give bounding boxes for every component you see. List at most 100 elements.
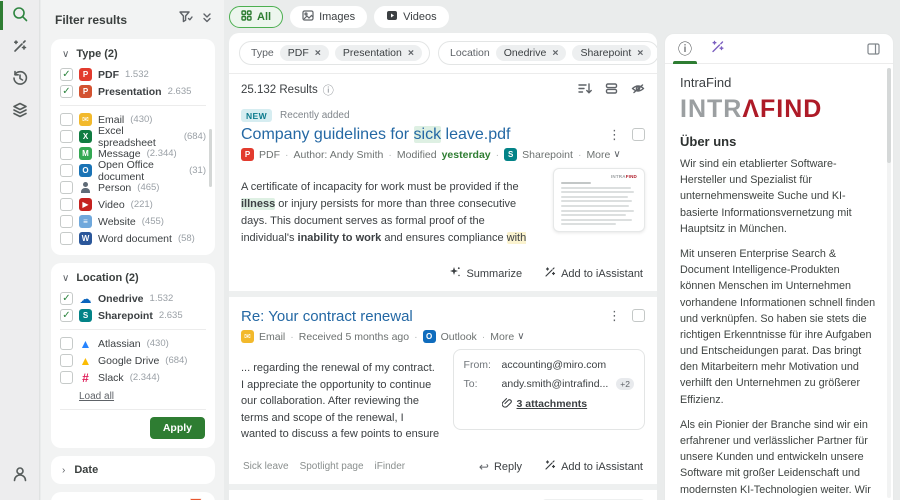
select-checkbox[interactable] bbox=[632, 309, 645, 322]
filter-option-video[interactable]: ▶ Video (221) bbox=[60, 196, 206, 213]
location-section-header[interactable]: ∨ Location (2) bbox=[62, 272, 206, 284]
tab-images[interactable]: Images bbox=[290, 6, 368, 28]
kebab-menu-icon[interactable]: ⋮ bbox=[608, 128, 621, 141]
badge-row: NEW Recently added bbox=[241, 109, 645, 122]
filter-section-type: ∨ Type (2) ✓ P PDF 1.532 ✓ P Presentatio… bbox=[51, 39, 215, 255]
search-icon bbox=[11, 5, 29, 28]
tag-ifinder[interactable]: iFinder bbox=[375, 461, 406, 472]
add-to-iassistant-button[interactable]: Add to iAssistant bbox=[544, 459, 643, 474]
collapse-panel-icon[interactable] bbox=[867, 42, 880, 55]
chip-presentation[interactable]: Presentation × bbox=[334, 45, 423, 61]
checkbox-checked[interactable]: ✓ bbox=[60, 85, 73, 98]
more-dropdown[interactable]: More ∨ bbox=[586, 149, 620, 161]
result-title-link[interactable]: Company guidelines for sick leave.pdf bbox=[241, 126, 601, 144]
to-value: andy.smith@intrafind... bbox=[501, 378, 609, 390]
rail-collections-item[interactable] bbox=[0, 96, 40, 128]
tag-spotlight-page[interactable]: Spotlight page bbox=[300, 461, 364, 472]
add-to-iassistant-button[interactable]: Add to iAssistant bbox=[544, 266, 643, 281]
preview-toggle-icon[interactable] bbox=[631, 82, 645, 98]
filter-group-type: Type PDF × Presentation × bbox=[239, 41, 431, 65]
filter-option-openoffice[interactable]: O Open Office document (31) bbox=[60, 159, 206, 183]
recipients-more-badge[interactable]: +2 bbox=[616, 378, 634, 390]
checkbox-empty[interactable] bbox=[60, 164, 73, 177]
rail-history-item[interactable] bbox=[0, 64, 40, 96]
panel-scrollbar[interactable] bbox=[887, 68, 891, 498]
checkbox-empty[interactable] bbox=[60, 232, 73, 245]
rail-account-item[interactable] bbox=[0, 460, 40, 492]
checkbox-empty[interactable] bbox=[60, 337, 73, 350]
close-icon[interactable]: × bbox=[315, 47, 321, 59]
sidebar-scrollbar-thumb[interactable] bbox=[209, 129, 212, 187]
received-meta: Received 5 months ago bbox=[298, 330, 410, 343]
chip-onedrive[interactable]: Onedrive × bbox=[495, 45, 567, 61]
panel-tab-assistant[interactable] bbox=[710, 34, 725, 64]
load-all-link[interactable]: Load all bbox=[79, 391, 206, 402]
info-icon[interactable]: ⓘ bbox=[323, 82, 334, 98]
results-sheet: Type PDF × Presentation × Location Onedr… bbox=[229, 33, 657, 500]
filter-option-presentation[interactable]: ✓ P Presentation 2.635 bbox=[60, 83, 206, 100]
filter-option-website[interactable]: ≡ Website (455) bbox=[60, 213, 206, 230]
result-actions: Summarize Add to iAssistant bbox=[241, 257, 645, 291]
intrafind-logo[interactable]: INTRΛFIND bbox=[680, 95, 878, 124]
panel-tab-info[interactable]: ⓘ bbox=[673, 34, 697, 64]
magic-wand-icon bbox=[710, 39, 725, 59]
checkbox-empty[interactable] bbox=[60, 130, 73, 143]
select-checkbox[interactable] bbox=[632, 128, 645, 141]
checkbox-empty[interactable] bbox=[60, 181, 73, 194]
chip-pdf[interactable]: PDF × bbox=[279, 45, 329, 61]
checkbox-empty[interactable] bbox=[60, 215, 73, 228]
tag-sick-leave[interactable]: Sick leave bbox=[243, 461, 289, 472]
checkbox-empty[interactable] bbox=[60, 147, 73, 160]
filter-option-word[interactable]: W Word document (58) bbox=[60, 230, 206, 247]
sort-icon[interactable] bbox=[578, 82, 592, 98]
filter-option-slack[interactable]: # Slack (2.344) bbox=[60, 369, 206, 386]
close-icon[interactable]: × bbox=[408, 47, 414, 59]
tab-all[interactable]: All bbox=[229, 6, 284, 28]
filter-sidebar: Filter results ∨ Type (2) ✓ P PDF 1.532 … bbox=[41, 0, 224, 500]
checkbox-empty[interactable] bbox=[60, 371, 73, 384]
checkbox-checked[interactable]: ✓ bbox=[60, 292, 73, 305]
close-icon[interactable]: × bbox=[552, 47, 558, 59]
filter-section-author[interactable]: › Author (1) bbox=[51, 492, 215, 500]
more-dropdown[interactable]: More ∨ bbox=[490, 331, 524, 343]
density-icon[interactable] bbox=[605, 82, 618, 98]
info-icon: ⓘ bbox=[678, 40, 692, 57]
tab-videos[interactable]: Videos bbox=[374, 6, 449, 28]
reply-button[interactable]: ↩ Reply bbox=[479, 459, 522, 474]
checkbox-checked[interactable]: ✓ bbox=[60, 309, 73, 322]
rail-assistant-item[interactable] bbox=[0, 32, 40, 64]
kebab-menu-icon[interactable]: ⋮ bbox=[608, 309, 621, 322]
about-paragraph-3: Als ein Pionier der Branche sind wir ein… bbox=[680, 418, 871, 500]
video-file-icon: ▶ bbox=[79, 198, 92, 211]
knowledge-panel: ⓘ IntraFind INTRΛFIND Über uns Wir sind … bbox=[664, 33, 894, 500]
type-section-header[interactable]: ∨ Type (2) bbox=[62, 48, 206, 60]
document-preview-thumbnail[interactable]: INTRAFIND bbox=[553, 168, 645, 232]
app-window: Filter results ∨ Type (2) ✓ P PDF 1.532 … bbox=[0, 0, 900, 500]
filter-option-excel[interactable]: X Excel spreadsheet (684) bbox=[60, 125, 206, 149]
checkbox-empty[interactable] bbox=[60, 198, 73, 211]
close-icon[interactable]: × bbox=[637, 47, 643, 59]
filter-option-pdf[interactable]: ✓ P PDF 1.532 bbox=[60, 66, 206, 83]
filter-section-location: ∨ Location (2) ✓ ☁ Onedrive 1.532 ✓ S Sh… bbox=[51, 263, 215, 448]
filter-option-googledrive[interactable]: ▲ Google Drive (684) bbox=[60, 352, 206, 369]
checkbox-empty[interactable] bbox=[60, 113, 73, 126]
filter-option-atlassian[interactable]: ▲ Atlassian (430) bbox=[60, 335, 206, 352]
apply-button[interactable]: Apply bbox=[149, 417, 205, 439]
result-meta: P PDF · Author: Andy Smith · Modified ye… bbox=[241, 148, 645, 161]
attachments-link[interactable]: 3 attachments bbox=[517, 398, 588, 410]
panel-scrollbar-thumb[interactable] bbox=[887, 68, 891, 163]
checkbox-empty[interactable] bbox=[60, 354, 73, 367]
funnel-check-icon[interactable] bbox=[178, 10, 193, 29]
active-filters-bar: Type PDF × Presentation × Location Onedr… bbox=[229, 33, 657, 74]
author-meta: Author: Andy Smith bbox=[293, 148, 384, 161]
results-header: 25.132 Results ⓘ bbox=[229, 74, 657, 104]
filter-option-sharepoint[interactable]: ✓ S Sharepoint 2.635 bbox=[60, 307, 206, 324]
filter-option-onedrive[interactable]: ✓ ☁ Onedrive 1.532 bbox=[60, 290, 206, 307]
rail-search-item[interactable] bbox=[0, 0, 40, 32]
collapse-all-icon[interactable] bbox=[201, 11, 213, 29]
result-title-link[interactable]: Re: Your contract renewal bbox=[241, 308, 601, 325]
checkbox-checked[interactable]: ✓ bbox=[60, 68, 73, 81]
filter-section-date[interactable]: › Date bbox=[51, 456, 215, 484]
summarize-button[interactable]: Summarize bbox=[449, 266, 522, 281]
chip-sharepoint[interactable]: Sharepoint × bbox=[572, 45, 652, 61]
